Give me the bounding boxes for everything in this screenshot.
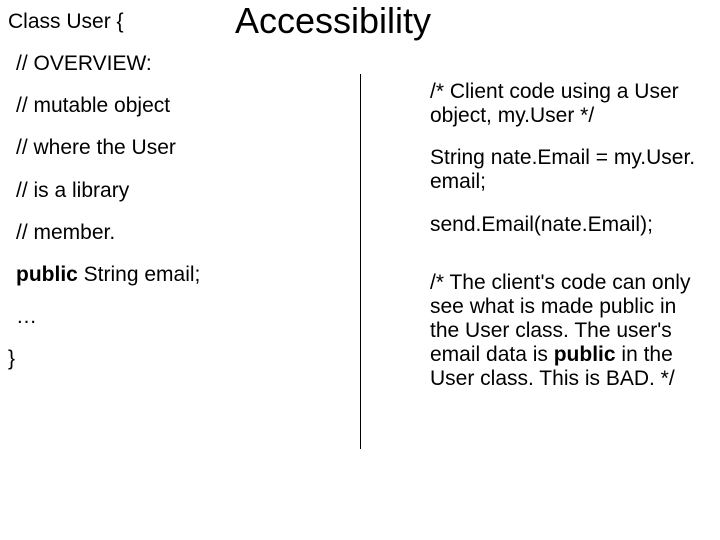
code-line: String nate.Email = my.User. email; [430,146,700,194]
code-line: … [16,305,338,329]
code-line: // mutable object [16,94,338,118]
code-line: send.Email(nate.Email); [430,213,700,237]
right-column: /* Client code using a User object, my.U… [430,80,700,409]
code-line: // where the User [16,136,338,160]
code-line: // member. [16,221,338,245]
code-line: // OVERVIEW: [16,52,338,76]
code-line: Class User { [8,10,338,34]
code-text: String email; [78,263,201,286]
code-line: } [8,347,338,371]
keyword-public: public [554,343,616,366]
comment-block: /* The client's code can only see what i… [430,271,700,392]
comment-block: /* Client code using a User object, my.U… [430,80,700,128]
slide: Accessibility Class User { // OVERVIEW: … [0,0,720,540]
left-column: Class User { // OVERVIEW: // mutable obj… [8,10,338,389]
code-line: // is a library [16,179,338,203]
column-divider [360,74,361,449]
keyword-public: public [16,263,78,286]
code-line: public String email; [16,263,338,287]
